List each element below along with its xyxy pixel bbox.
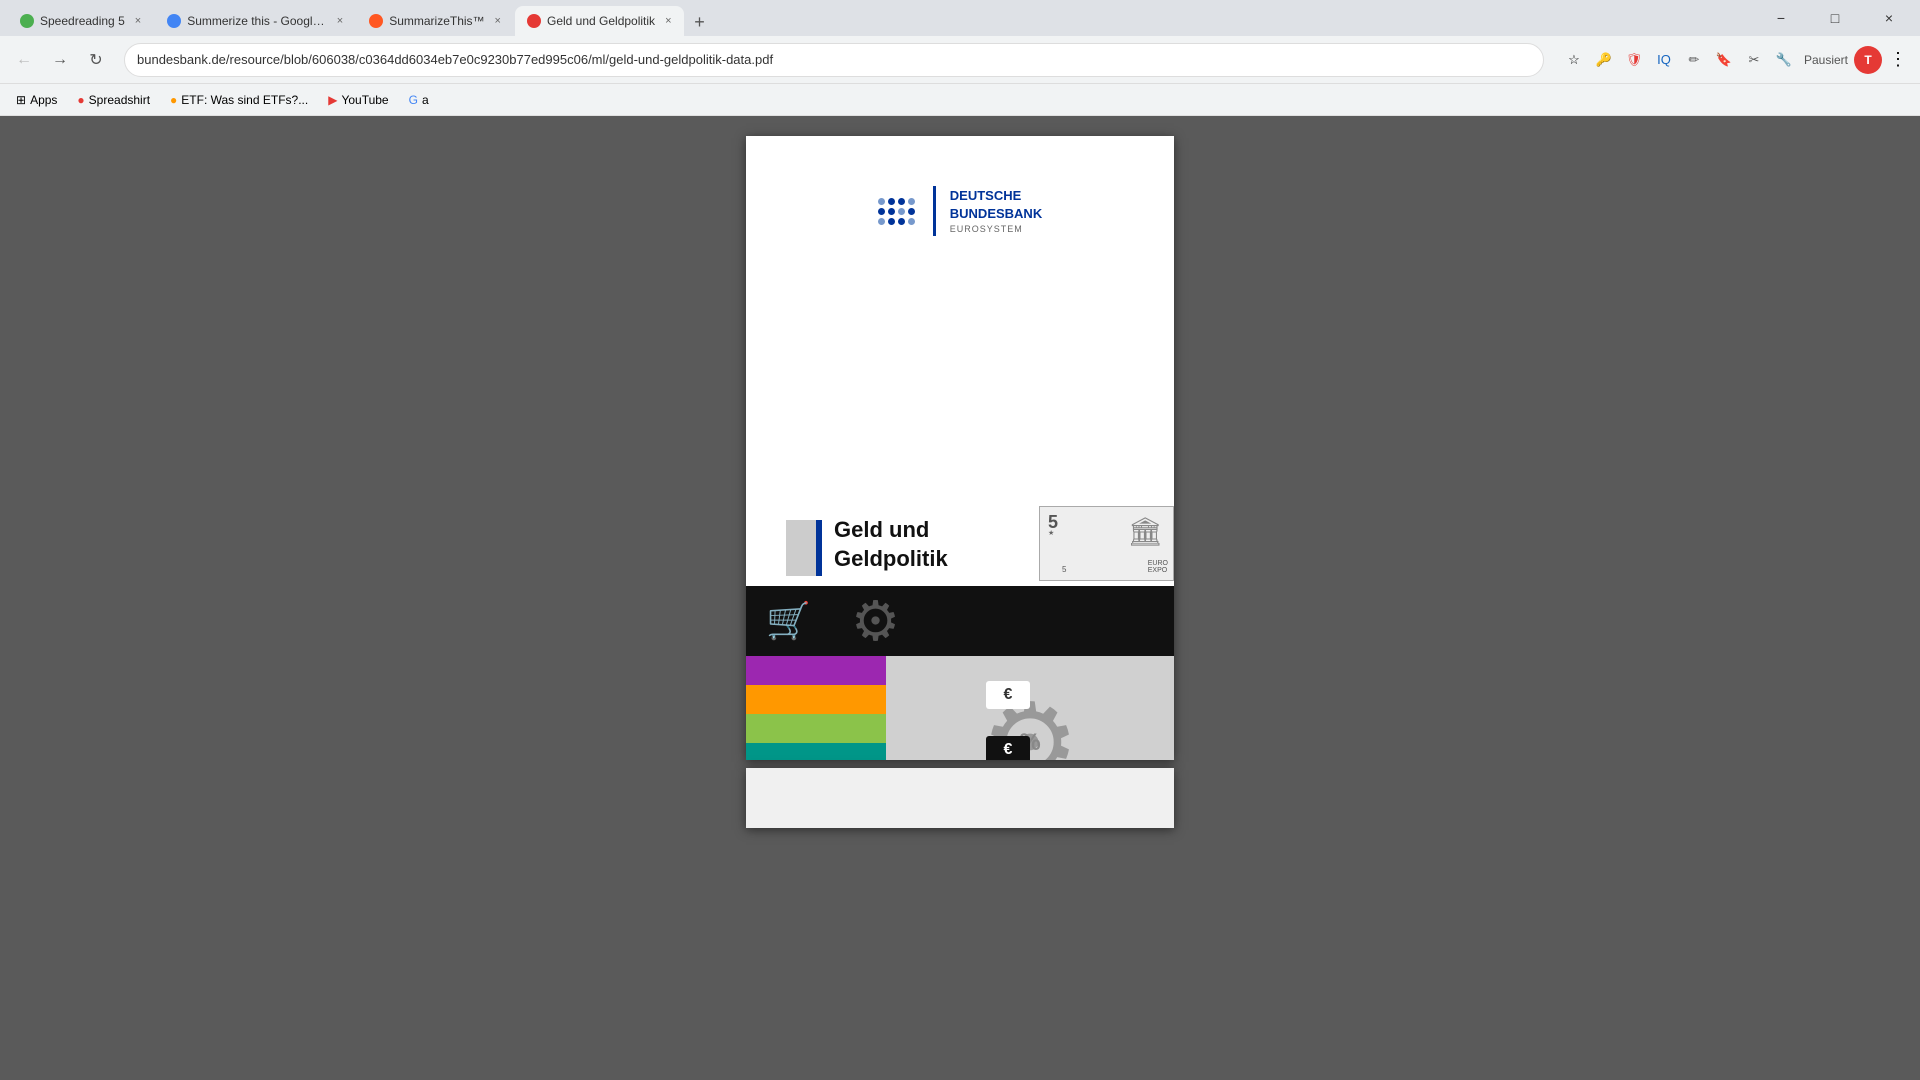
etf-label: ETF: Was sind ETFs?...: [181, 93, 308, 107]
extension-btn-4[interactable]: ✏: [1680, 46, 1708, 74]
color-bars: [746, 656, 886, 760]
nav-extensions: ☆ 🔑 🛡 IQ ✏ 🔖 ✂ 🔧 Pausiert T ⋮: [1560, 46, 1912, 74]
logo-divider: [933, 186, 936, 236]
address-text: bundesbank.de/resource/blob/606038/c0364…: [137, 52, 1531, 67]
bookmark-apps[interactable]: ⊞ Apps: [8, 90, 65, 110]
bookmarks-bar: ⊞ Apps ● Spreadshirt ● ETF: Was sind ETF…: [0, 84, 1920, 116]
tab-close-geld[interactable]: ×: [665, 15, 671, 27]
tab-label-summarize: SummarizeThis™: [389, 14, 484, 28]
gray-accent: [786, 520, 816, 576]
color-bar-orange: [746, 685, 886, 714]
logo-sub1: BUNDESBANK: [950, 205, 1042, 223]
tab-favicon-geld: [527, 14, 541, 28]
youtube-icon: ▶: [328, 93, 337, 107]
youtube-label: YouTube: [341, 93, 388, 107]
nav-bar: ← → ↻ bundesbank.de/resource/blob/606038…: [0, 36, 1920, 84]
etf-icon: ●: [170, 93, 177, 107]
browser-frame: Speedreading 5 × Summerize this - Google…: [0, 0, 1920, 1080]
tab-close-summarize[interactable]: ×: [495, 15, 501, 27]
bookmark-a-icon: G: [409, 93, 418, 107]
euro-symbol-black: €: [1004, 741, 1013, 759]
forward-button[interactable]: →: [44, 44, 76, 76]
menu-button[interactable]: ⋮: [1884, 46, 1912, 74]
blue-accent: [816, 520, 822, 576]
tab-favicon-google: [167, 14, 181, 28]
bookmark-etf[interactable]: ● ETF: Was sind ETFs?...: [162, 90, 316, 110]
logo-main: DEUTSCHE: [950, 187, 1042, 205]
tab-favicon-speedreading: [20, 14, 34, 28]
profile-button[interactable]: T: [1854, 46, 1882, 74]
banknote-image: 5 ★ 🏛 5 EUROEXPO: [1039, 506, 1174, 581]
tab-label-geld: Geld und Geldpolitik: [547, 14, 655, 28]
spreadshirt-icon: ●: [77, 93, 84, 107]
pdf-title-line1: Geld und: [834, 516, 948, 545]
tab-favicon-summarize: [369, 14, 383, 28]
pdf-page-1: DEUTSCHE BUNDESBANK EUROSYSTEM Geld und …: [746, 136, 1174, 760]
pdf-title-section: Geld und Geldpolitik 5 ★ 🏛 5 EUROEXPO: [746, 516, 1174, 576]
extension-btn-7[interactable]: 🔧: [1770, 46, 1798, 74]
pdf-title: Geld und Geldpolitik: [834, 516, 948, 573]
bookmark-star-button[interactable]: ☆: [1560, 46, 1588, 74]
right-section: ⚙ % € €: [886, 656, 1174, 760]
pdf-header: DEUTSCHE BUNDESBANK EUROSYSTEM: [746, 136, 1174, 256]
pdf-black-strip: 🛒 ⚙: [746, 586, 1174, 656]
extension-btn-6[interactable]: ✂: [1740, 46, 1768, 74]
minimize-button[interactable]: −: [1758, 0, 1804, 36]
tab-label-speedreading: Speedreading 5: [40, 14, 125, 28]
extension-btn-5[interactable]: 🔖: [1710, 46, 1738, 74]
logo-text: DEUTSCHE BUNDESBANK EUROSYSTEM: [950, 187, 1042, 236]
euro-badge-black: €: [986, 736, 1030, 760]
close-button[interactable]: ×: [1866, 0, 1912, 36]
tab-close-speedreading[interactable]: ×: [135, 15, 141, 27]
tab-label-google: Summerize this - Google-Suche: [187, 14, 327, 28]
cart-icon: 🛒: [766, 600, 811, 642]
address-bar[interactable]: bundesbank.de/resource/blob/606038/c0364…: [124, 43, 1544, 77]
title-bar-controls: − □ ×: [1758, 0, 1912, 36]
tab-close-google[interactable]: ×: [337, 15, 343, 27]
tab-summarize[interactable]: SummarizeThis™ ×: [357, 6, 513, 36]
extension-btn-3[interactable]: IQ: [1650, 46, 1678, 74]
tab-speedreading[interactable]: Speedreading 5 ×: [8, 6, 153, 36]
back-button[interactable]: ←: [8, 44, 40, 76]
gear-top-icon: ⚙: [851, 589, 900, 653]
extension-btn-1[interactable]: 🔑: [1590, 46, 1618, 74]
bookmark-a-label: a: [422, 93, 429, 107]
extension-btn-2[interactable]: 🛡: [1620, 46, 1648, 74]
pdf-white-space: [746, 256, 1174, 516]
tabs-container: Speedreading 5 × Summerize this - Google…: [8, 0, 1758, 36]
bundesbank-logo: DEUTSCHE BUNDESBANK EUROSYSTEM: [878, 186, 1042, 236]
tab-geld[interactable]: Geld und Geldpolitik ×: [515, 6, 684, 36]
new-tab-button[interactable]: +: [686, 8, 714, 36]
refresh-button[interactable]: ↻: [80, 44, 112, 76]
pdf-container: DEUTSCHE BUNDESBANK EUROSYSTEM Geld und …: [0, 116, 1920, 828]
pdf-title-line2: Geldpolitik: [834, 545, 948, 574]
color-bar-teal: [746, 743, 886, 760]
tab-google[interactable]: Summerize this - Google-Suche ×: [155, 6, 355, 36]
content-area: DEUTSCHE BUNDESBANK EUROSYSTEM Geld und …: [0, 116, 1920, 1080]
euro-symbol-white: €: [1004, 686, 1013, 704]
logo-sub2: EUROSYSTEM: [950, 223, 1042, 236]
maximize-button[interactable]: □: [1812, 0, 1858, 36]
pausiert-label: Pausiert: [1804, 53, 1848, 67]
pdf-color-section: ⚙ % € €: [746, 656, 1174, 760]
color-bar-purple: [746, 656, 886, 685]
color-bar-green-light: [746, 714, 886, 743]
apps-label: Apps: [30, 93, 57, 107]
euro-badge-white: €: [986, 681, 1030, 709]
pdf-page-2: [746, 768, 1174, 828]
bookmark-spreadshirt[interactable]: ● Spreadshirt: [69, 90, 158, 110]
bookmark-a[interactable]: G a: [401, 90, 437, 110]
title-bar: Speedreading 5 × Summerize this - Google…: [0, 0, 1920, 36]
spreadshirt-label: Spreadshirt: [89, 93, 150, 107]
bookmark-youtube[interactable]: ▶ YouTube: [320, 90, 396, 110]
apps-icon: ⊞: [16, 93, 26, 107]
